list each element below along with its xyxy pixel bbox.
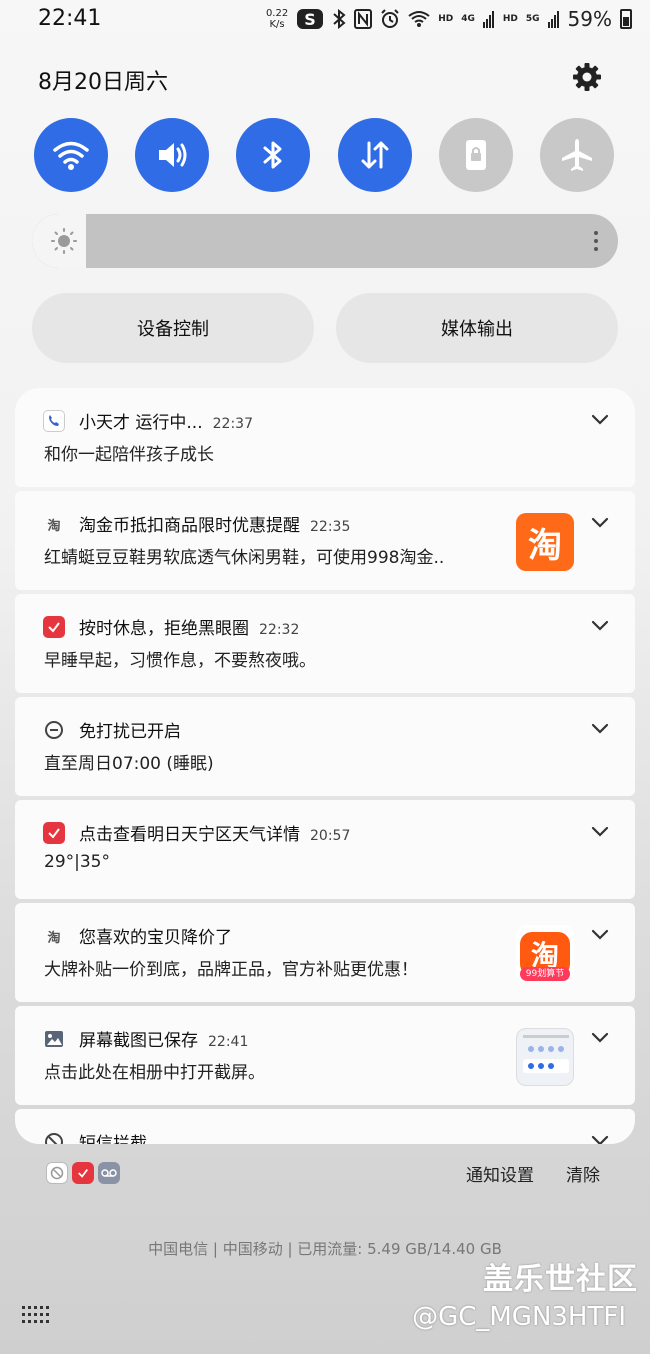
chevron-down-icon[interactable] bbox=[591, 723, 609, 735]
status-time: 22:41 bbox=[38, 6, 102, 31]
hd-label-2: HD bbox=[502, 14, 518, 24]
notification-body: 和你一起陪伴孩子成长 bbox=[44, 445, 214, 465]
toggle-mobile-data[interactable] bbox=[338, 118, 412, 192]
svg-text:S: S bbox=[304, 10, 316, 29]
notification-list: 小天才 运行中... 22:37 和你一起陪伴孩子成长 淘 淘金币抵扣商品限时优惠… bbox=[15, 388, 635, 1144]
net-speed: 0.22 K/s bbox=[265, 8, 289, 30]
health-icon bbox=[43, 822, 65, 844]
date-label: 8月20日周六 bbox=[38, 70, 168, 95]
notification-body: 29°|35° bbox=[44, 852, 110, 872]
taobao-icon: 淘 bbox=[47, 518, 61, 534]
voicemail-icon bbox=[98, 1162, 120, 1184]
status-bar: 22:41 0.22 K/s S HD 4G HD 5G 59% bbox=[0, 0, 650, 40]
notification-card[interactable]: 短信拦截 bbox=[15, 1109, 635, 1144]
network-type-1: 4G bbox=[461, 14, 475, 24]
notification-title: 点击查看明日天宁区天气详情 20:57 bbox=[79, 825, 351, 845]
notification-card[interactable]: 淘 您喜欢的宝贝降价了 大牌补贴一价到底，品牌正品，官方补贴更优惠！ 淘 99划… bbox=[15, 903, 635, 1002]
notification-body: 红蜻蜓豆豆鞋男软底透气休闲男鞋，可使用998淘金.. bbox=[44, 548, 445, 568]
health-small-icon bbox=[72, 1162, 94, 1184]
rotation-lock-icon bbox=[466, 140, 486, 170]
network-type-2: 5G bbox=[525, 14, 540, 24]
screenshot-thumbnail bbox=[516, 1028, 574, 1086]
notification-card[interactable]: 小天才 运行中... 22:37 和你一起陪伴孩子成长 bbox=[15, 388, 635, 487]
chevron-down-icon[interactable] bbox=[591, 929, 609, 941]
xiaotiancai-icon bbox=[43, 410, 65, 432]
brightness-slider[interactable] bbox=[32, 214, 618, 268]
clear-all-button[interactable]: 清除 bbox=[566, 1161, 600, 1186]
notification-title: 小天才 运行中... 22:37 bbox=[79, 413, 253, 433]
notification-actions: 通知设置 清除 bbox=[466, 1161, 600, 1186]
notification-settings-link[interactable]: 通知设置 bbox=[466, 1161, 534, 1186]
brightness-icon bbox=[51, 228, 77, 254]
notification-body: 直至周日07:00 (睡眠) bbox=[44, 754, 214, 774]
battery-percent: 59% bbox=[567, 7, 612, 31]
sogou-icon: S bbox=[297, 9, 324, 29]
airplane-icon bbox=[562, 139, 592, 171]
signal-icon-2 bbox=[547, 11, 559, 28]
notification-card[interactable]: 按时休息，拒绝黑眼圈 22:32 早睡早起，习惯作息，不要熬夜哦。 bbox=[15, 594, 635, 693]
bluetooth-status-icon bbox=[333, 9, 346, 29]
notification-title: 免打扰已开启 bbox=[79, 722, 181, 742]
notification-title: 短信拦截 bbox=[79, 1134, 147, 1144]
toggle-airplane[interactable] bbox=[540, 118, 614, 192]
taobao-thumbnail: 淘 bbox=[516, 513, 574, 571]
data-transfer-icon bbox=[361, 141, 389, 169]
sms-block-small-icon bbox=[46, 1162, 68, 1184]
notification-body: 早睡早起，习惯作息，不要熬夜哦。 bbox=[44, 651, 316, 671]
chevron-down-icon[interactable] bbox=[591, 1135, 609, 1144]
chevron-down-icon[interactable] bbox=[591, 517, 609, 529]
hd-label-1: HD bbox=[438, 14, 454, 24]
watermark-handle: @GC_MGN3HTFI bbox=[412, 1302, 626, 1332]
watermark-brand: 盖乐世社区 bbox=[483, 1262, 638, 1297]
battery-icon bbox=[620, 9, 632, 29]
wifi-status-icon bbox=[408, 11, 430, 27]
keyboard-icon[interactable] bbox=[22, 1306, 50, 1324]
wifi-icon bbox=[53, 141, 89, 170]
notification-title: 屏幕截图已保存 22:41 bbox=[79, 1031, 249, 1051]
status-icons: 0.22 K/s S HD 4G HD 5G 59% bbox=[266, 4, 632, 34]
notification-body: 大牌补贴一价到底，品牌正品，官方补贴更优惠！ bbox=[44, 960, 418, 980]
nfc-icon bbox=[354, 9, 373, 29]
notification-card[interactable]: 点击查看明日天宁区天气详情 20:57 29°|35° bbox=[15, 800, 635, 899]
taobao-icon: 淘 bbox=[47, 930, 61, 946]
media-output-button[interactable]: 媒体输出 bbox=[336, 293, 618, 363]
chevron-down-icon[interactable] bbox=[591, 620, 609, 632]
notification-body: 点击此处在相册中打开截屏。 bbox=[44, 1063, 265, 1083]
toggle-wifi[interactable] bbox=[34, 118, 108, 192]
quick-settings bbox=[34, 118, 614, 192]
notification-card[interactable]: 屏幕截图已保存 22:41 点击此处在相册中打开截屏。 bbox=[15, 1006, 635, 1105]
notification-card[interactable]: 免打扰已开启 直至周日07:00 (睡眠) bbox=[15, 697, 635, 796]
overflow-app-icons[interactable] bbox=[46, 1162, 120, 1184]
more-options-icon[interactable] bbox=[588, 227, 604, 255]
gallery-icon bbox=[43, 1028, 65, 1050]
device-control-button[interactable]: 设备控制 bbox=[32, 293, 314, 363]
bluetooth-icon bbox=[263, 141, 282, 169]
chevron-down-icon[interactable] bbox=[591, 414, 609, 426]
notification-title: 按时休息，拒绝黑眼圈 22:32 bbox=[79, 619, 300, 639]
toggle-rotation-lock[interactable] bbox=[439, 118, 513, 192]
chevron-down-icon[interactable] bbox=[591, 1032, 609, 1044]
taobao-promo-thumbnail: 淘 99划算节 bbox=[516, 925, 574, 983]
chevron-down-icon[interactable] bbox=[591, 826, 609, 838]
gear-icon[interactable] bbox=[572, 62, 602, 92]
dnd-icon bbox=[43, 719, 65, 741]
toggle-bluetooth[interactable] bbox=[236, 118, 310, 192]
volume-icon bbox=[159, 143, 187, 167]
notification-title: 淘金币抵扣商品限时优惠提醒 22:35 bbox=[79, 516, 351, 536]
alarm-icon bbox=[381, 9, 399, 28]
notification-title: 您喜欢的宝贝降价了 bbox=[79, 928, 232, 948]
notification-card[interactable]: 淘 淘金币抵扣商品限时优惠提醒 22:35 红蜻蜓豆豆鞋男软底透气休闲男鞋，可使用… bbox=[15, 491, 635, 590]
signal-icon-1 bbox=[482, 11, 494, 28]
health-icon bbox=[43, 616, 65, 638]
sms-block-icon bbox=[43, 1131, 65, 1144]
toggle-sound[interactable] bbox=[135, 118, 209, 192]
